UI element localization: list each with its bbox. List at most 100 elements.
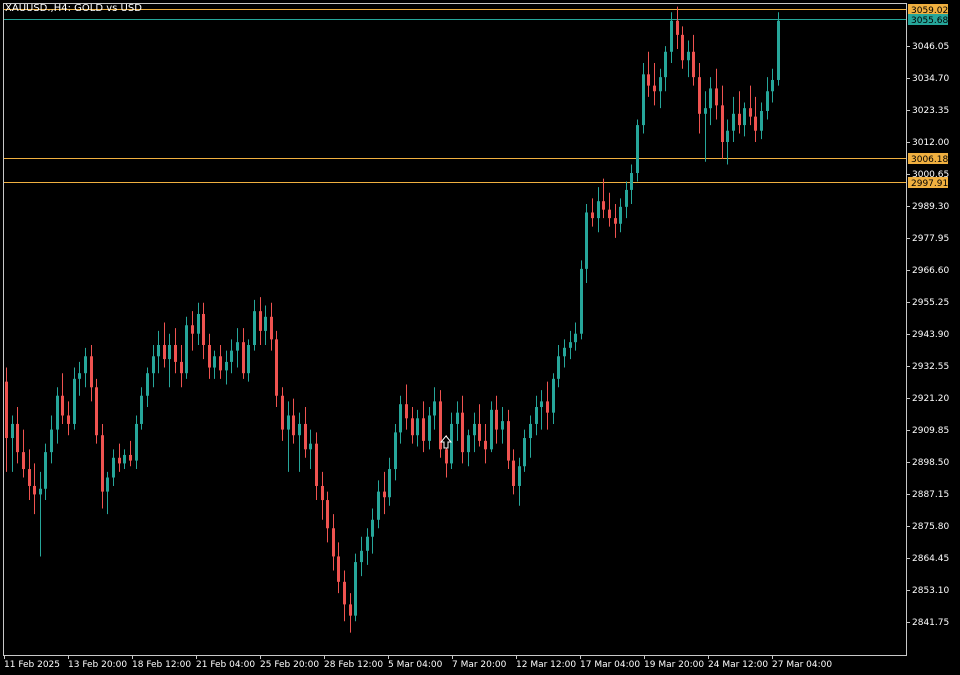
- candle-body: [602, 201, 605, 210]
- candle-body: [557, 356, 560, 379]
- candle: [185, 316, 188, 379]
- candle-body: [247, 344, 250, 374]
- y-tick-label: 3012.00: [912, 138, 949, 148]
- candle-body: [529, 423, 532, 439]
- candle-body: [732, 113, 735, 131]
- candle-body: [664, 51, 667, 78]
- candle-body: [450, 423, 453, 464]
- candle-body: [146, 373, 149, 396]
- candle-body: [225, 361, 228, 371]
- candle-body: [456, 412, 459, 424]
- candle-body: [585, 212, 588, 269]
- candle-body: [22, 452, 25, 470]
- candle-body: [777, 20, 780, 80]
- candle-body: [191, 325, 194, 334]
- candle-body: [343, 581, 346, 605]
- candle-body: [281, 395, 284, 430]
- candle-body: [467, 435, 470, 453]
- candle-body: [33, 485, 36, 495]
- candle-body: [461, 412, 464, 453]
- candle-body: [698, 77, 701, 114]
- candle-body: [580, 268, 583, 334]
- y-tick-label: 2943.90: [912, 330, 949, 340]
- candle-body: [163, 344, 166, 360]
- candle-body: [540, 401, 543, 408]
- candle-body: [366, 536, 369, 551]
- candle-body: [591, 212, 594, 219]
- candle-body: [50, 429, 53, 453]
- candle-body: [484, 440, 487, 450]
- candle-body: [428, 415, 431, 441]
- x-tick-label: 19 Mar 20:00: [644, 660, 704, 670]
- candle-body: [16, 423, 19, 453]
- candle-body: [371, 519, 374, 537]
- candle-body: [180, 361, 183, 374]
- candle-body: [157, 344, 160, 357]
- chart-background: [0, 0, 960, 675]
- y-tick-label: 2955.25: [912, 298, 949, 308]
- candle-body: [321, 485, 324, 501]
- candle-body: [749, 108, 752, 117]
- candle: [354, 553, 357, 622]
- candle-body: [416, 418, 419, 436]
- candle-body: [760, 110, 763, 131]
- candle-body: [270, 316, 273, 340]
- candle-body: [383, 491, 386, 498]
- candle-body: [332, 528, 335, 557]
- candle-body: [129, 454, 132, 461]
- candle-body: [135, 423, 138, 461]
- candle-body: [569, 342, 572, 348]
- candle-body: [399, 404, 402, 433]
- candle-body: [422, 418, 425, 441]
- candle-body: [84, 356, 87, 374]
- candle: [636, 119, 639, 182]
- candle-body: [304, 423, 307, 450]
- candle-body: [597, 201, 600, 219]
- candle-body: [56, 395, 59, 430]
- x-tick-label: 13 Feb 20:00: [68, 660, 127, 670]
- price-chart[interactable]: 3046.053034.703023.353012.003000.652989.…: [0, 0, 960, 675]
- candle-body: [478, 423, 481, 441]
- y-tick-label: 3023.35: [912, 106, 949, 116]
- candle-body: [67, 415, 70, 424]
- candle-body: [546, 401, 549, 413]
- price-tag-label: 2997.91: [911, 179, 948, 189]
- x-tick-label: 27 Mar 04:00: [772, 660, 832, 670]
- y-tick-label: 3046.05: [912, 42, 949, 52]
- candle-body: [681, 34, 684, 61]
- candle-body: [152, 356, 155, 374]
- candle-body: [473, 423, 476, 436]
- x-tick-label: 12 Mar 12:00: [516, 660, 576, 670]
- candle-body: [326, 500, 329, 529]
- candle-body: [95, 387, 98, 436]
- candle-body: [78, 373, 81, 379]
- candle-body: [275, 339, 278, 396]
- candle-body: [721, 105, 724, 142]
- candle-body: [236, 342, 239, 351]
- candle-body: [726, 130, 729, 142]
- candle-body: [360, 550, 363, 563]
- candle-body: [563, 347, 566, 357]
- candle-body: [5, 381, 8, 439]
- candle-body: [411, 418, 414, 436]
- candle-body: [230, 350, 233, 362]
- candle-body: [73, 378, 76, 424]
- candle-body: [11, 423, 14, 439]
- candle-body: [692, 51, 695, 78]
- y-tick-label: 2909.85: [912, 426, 949, 436]
- candle-body: [687, 51, 690, 61]
- candle-body: [298, 423, 301, 436]
- y-tick-label: 2887.15: [912, 490, 949, 500]
- candle-body: [445, 449, 448, 464]
- candle-body: [315, 443, 318, 486]
- candle-body: [659, 77, 662, 92]
- candle-body: [185, 325, 188, 374]
- x-tick-label: 28 Feb 12:00: [324, 660, 383, 670]
- chart-title: XAUUSD.,H4: GOLD vs USD: [5, 3, 142, 14]
- y-tick-label: 2966.60: [912, 266, 949, 276]
- candle: [580, 260, 583, 340]
- candle-body: [101, 435, 104, 492]
- candle-body: [118, 457, 121, 464]
- price-tag-label: 3055.68: [911, 16, 948, 26]
- candle-body: [106, 477, 109, 492]
